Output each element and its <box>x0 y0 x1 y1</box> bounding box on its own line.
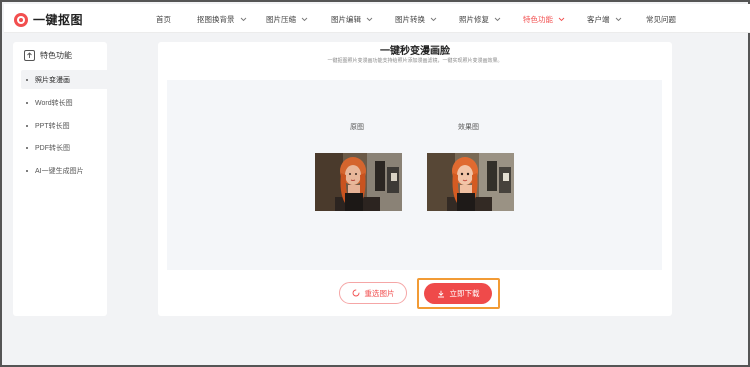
nav-item-edit[interactable]: 图片编辑 <box>331 14 373 25</box>
chevron-down-icon <box>558 17 565 22</box>
sidebar-item-cartoon[interactable]: 照片变漫画 <box>21 70 110 89</box>
chevron-down-icon <box>366 17 373 22</box>
chevron-down-icon <box>301 17 308 22</box>
result-label: 效果图 <box>458 124 479 131</box>
preview-area: 原图 效果图 <box>167 80 662 270</box>
download-icon <box>437 290 445 298</box>
bullet-icon <box>26 124 28 127</box>
bullet-icon <box>26 78 28 81</box>
nav-item-cutout[interactable]: 抠图换背景 <box>197 14 247 25</box>
sidebar-item-word[interactable]: Word转长图 <box>21 93 110 112</box>
chevron-down-icon <box>430 17 437 22</box>
main-panel: 一键秒变漫画脸 一键抠图照片变漫画功能支持给照片添加漫画滤镜，一键实现照片变漫画… <box>158 42 672 316</box>
nav-item-repair[interactable]: 照片修复 <box>459 14 501 25</box>
sidebar-item-pdf[interactable]: PDF转长图 <box>21 138 110 157</box>
logo[interactable]: 一键抠图 <box>14 11 83 28</box>
bullet-icon <box>26 101 28 104</box>
download-button[interactable]: 立即下载 <box>424 283 492 304</box>
original-photo <box>315 153 402 211</box>
sidebar: 特色功能 照片变漫画 Word转长图 PPT转长图 PDF转长图 AI一键生成图… <box>13 42 110 316</box>
nav-item-convert[interactable]: 图片转换 <box>395 14 437 25</box>
sidebar-header: 特色功能 <box>24 50 72 61</box>
nav-item-home[interactable]: 首页 <box>156 14 171 25</box>
logo-icon <box>14 12 28 27</box>
brand-name: 一键抠图 <box>33 13 84 27</box>
nav-item-compress[interactable]: 图片压缩 <box>266 14 308 25</box>
original-label: 原图 <box>350 124 364 131</box>
chevron-down-icon <box>240 17 247 22</box>
sidebar-item-ai[interactable]: AI一键生成图片 <box>21 161 110 180</box>
page-title: 一键秒变漫画脸 <box>380 46 450 57</box>
sidebar-title: 特色功能 <box>40 51 72 60</box>
sidebar-item-ppt[interactable]: PPT转长图 <box>21 116 110 135</box>
nav-item-features[interactable]: 特色功能 <box>523 14 565 25</box>
refresh-icon <box>352 289 360 297</box>
nav-item-client[interactable]: 客户端 <box>587 14 622 25</box>
bullet-icon <box>26 169 28 172</box>
upload-icon <box>24 50 35 61</box>
reselect-button[interactable]: 重选图片 <box>339 282 407 304</box>
result-photo <box>427 153 514 211</box>
chevron-down-icon <box>615 17 622 22</box>
page-subtitle: 一键抠图照片变漫画功能支持给照片添加漫画滤镜，一键实现照片变漫画效果。 <box>327 58 503 64</box>
chevron-down-icon <box>494 17 501 22</box>
bullet-icon <box>26 146 28 149</box>
app-window: 一键抠图 首页 抠图换背景 图片压缩 图片编辑 图片转换 照片修复 特色功能 客… <box>0 0 750 367</box>
top-nav: 一键抠图 首页 抠图换背景 图片压缩 图片编辑 图片转换 照片修复 特色功能 客… <box>4 4 750 33</box>
nav-item-faq[interactable]: 常见问题 <box>646 14 676 25</box>
